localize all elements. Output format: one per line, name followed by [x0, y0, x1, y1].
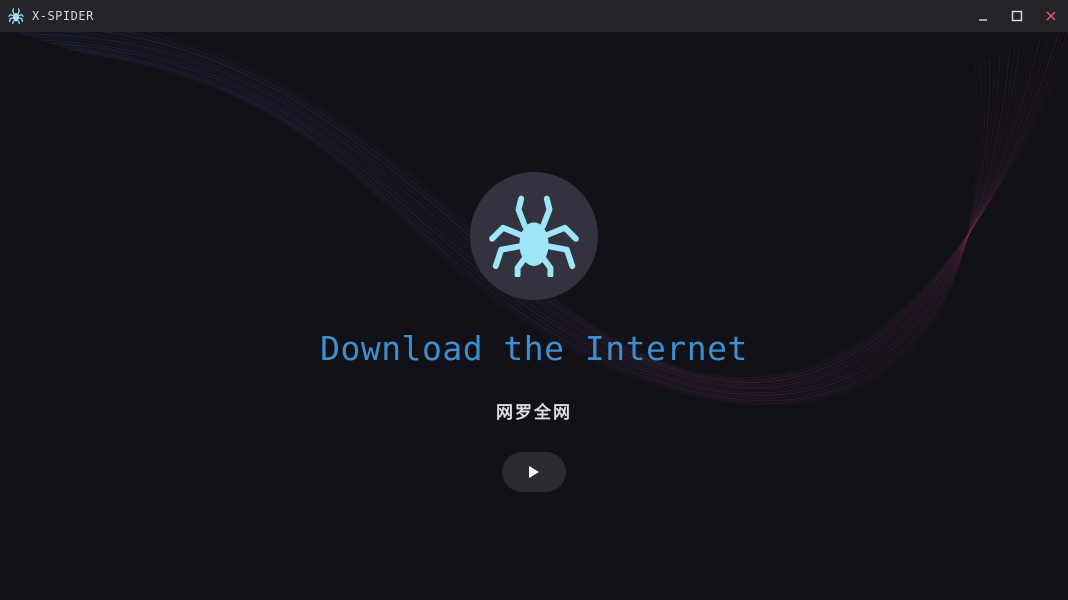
window-controls [966, 0, 1068, 32]
main-content: Download the Internet 网罗全网 [0, 32, 1068, 600]
minimize-button[interactable] [966, 0, 1000, 32]
spider-icon [8, 8, 24, 24]
headline: Download the Internet [320, 329, 748, 368]
minimize-icon [979, 19, 987, 21]
title-bar[interactable]: X-SPIDER [0, 0, 1068, 32]
app-window: X-SPIDER Download the Internet 网罗全网 [0, 0, 1068, 600]
maximize-icon [1011, 10, 1023, 22]
play-button[interactable] [502, 452, 566, 492]
subtitle: 网罗全网 [496, 403, 572, 423]
close-icon [1046, 11, 1056, 21]
spider-icon [489, 195, 579, 277]
play-icon [529, 466, 539, 478]
window-title: X-SPIDER [32, 9, 94, 23]
maximize-button[interactable] [1000, 0, 1034, 32]
close-button[interactable] [1034, 0, 1068, 32]
logo-badge [470, 172, 598, 300]
